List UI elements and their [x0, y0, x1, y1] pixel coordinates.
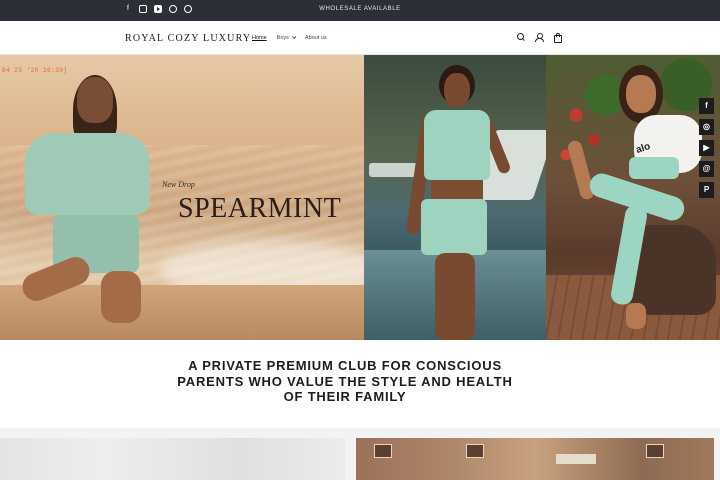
- cart-icon[interactable]: [553, 33, 562, 43]
- face: [444, 73, 470, 107]
- face: [77, 77, 113, 123]
- brand-tagline: A PRIVATE PREMIUM CLUB FOR CONSCIOUS PAR…: [0, 358, 690, 405]
- hero-banner[interactable]: 04 25 '20 10:30] New Drop SPEARMINT alo: [0, 55, 720, 340]
- floating-social-bar: f ◎ ▶ @ P: [699, 98, 714, 198]
- leg: [101, 271, 141, 323]
- main-nav: Home Boys About us: [252, 34, 327, 41]
- tagline-line: PARENTS WHO VALUE THE STYLE AND HEALTH: [177, 373, 513, 389]
- model-kneeling: [15, 75, 155, 325]
- site-header: ROYAL COZY LUXURY Home Boys About us: [0, 21, 720, 55]
- building-window: [646, 444, 664, 458]
- site-logo[interactable]: ROYAL COZY LUXURY: [125, 33, 251, 44]
- account-icon[interactable]: [535, 33, 544, 42]
- mint-sweatshirt: [25, 133, 150, 215]
- model-walking: [405, 65, 512, 340]
- photo-timestamp: 04 25 '20 10:30]: [2, 67, 68, 74]
- shop-sign: [556, 454, 596, 464]
- midriff: [431, 180, 483, 200]
- hero-subtitle: New Drop: [162, 180, 195, 189]
- chevron-down-icon: [291, 34, 297, 39]
- hero-title: SPEARMINT: [178, 193, 342, 224]
- legs: [435, 253, 475, 340]
- nav-about-us[interactable]: About us: [305, 35, 327, 41]
- nav-home[interactable]: Home: [252, 35, 267, 41]
- mint-crop-top: [424, 110, 490, 180]
- announcement-bar: f WHOLESALE AVAILABLE: [0, 0, 720, 21]
- model-sitting: alo: [566, 65, 704, 340]
- search-icon[interactable]: [517, 33, 526, 42]
- header-icons: [517, 33, 562, 43]
- hero-image-pool: [364, 55, 546, 340]
- face: [626, 75, 656, 113]
- tagline-line: OF THEIR FAMILY: [283, 389, 407, 404]
- collection-card-image[interactable]: [356, 438, 714, 480]
- foot: [626, 303, 646, 329]
- tagline-line: A PRIVATE PREMIUM CLUB FOR CONSCIOUS: [188, 358, 502, 373]
- threads-icon[interactable]: @: [699, 161, 714, 177]
- mint-leggings: [609, 203, 649, 307]
- mint-sports-bra: [629, 157, 679, 179]
- mint-shorts: [421, 199, 487, 255]
- building-window: [466, 444, 484, 458]
- collection-card-image[interactable]: [0, 438, 345, 480]
- youtube-icon[interactable]: ▶: [699, 140, 714, 156]
- pinterest-icon[interactable]: P: [699, 182, 714, 198]
- hero-image-beach: 04 25 '20 10:30] New Drop SPEARMINT: [0, 55, 364, 340]
- nav-boys[interactable]: Boys: [276, 34, 297, 41]
- nav-boys-label: Boys: [276, 35, 289, 41]
- building-window: [374, 444, 392, 458]
- announcement-text[interactable]: WHOLESALE AVAILABLE: [0, 6, 720, 12]
- instagram-icon[interactable]: ◎: [699, 119, 714, 135]
- facebook-icon[interactable]: f: [699, 98, 714, 114]
- hero-image-garden: alo: [546, 55, 720, 340]
